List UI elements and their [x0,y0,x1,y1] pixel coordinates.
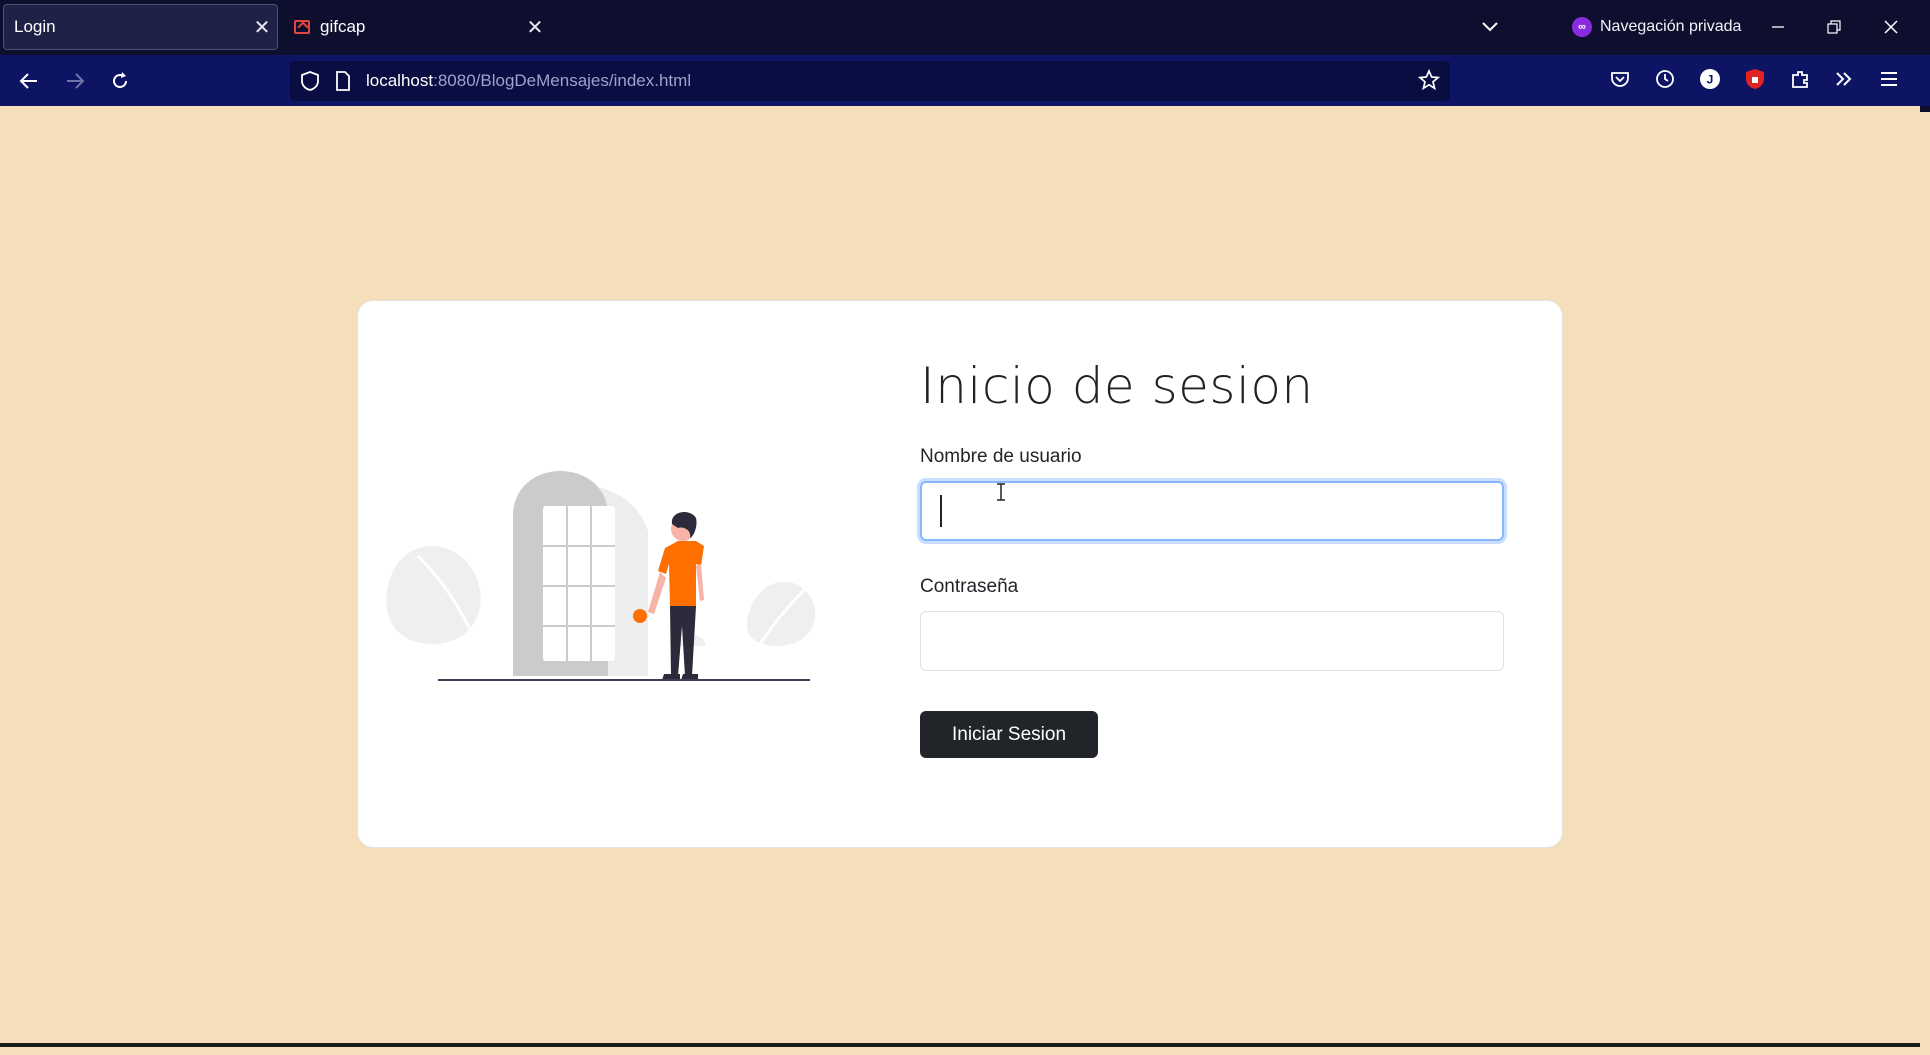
restore-icon [1827,20,1841,34]
clock-icon [1656,70,1674,88]
arrow-left-icon [19,73,37,89]
minimize-button[interactable] [1760,10,1796,44]
password-input[interactable] [920,611,1504,671]
minimize-icon [1772,26,1784,28]
person-at-door-illustration [386,471,816,681]
reload-button[interactable] [103,64,137,98]
login-card: Inicio de sesion Nombre de usuario Contr… [357,300,1563,848]
tab-title: gifcap [320,17,366,36]
restore-button[interactable] [1816,10,1852,44]
tab-close-icon[interactable]: ✕ [520,15,550,40]
url-text[interactable]: localhost:8080/BlogDeMensajes/index.html [366,71,691,91]
reload-icon [113,72,127,88]
page-title: Inicio de sesion [920,357,1314,415]
list-all-tabs-button[interactable] [1475,12,1505,42]
pocket-button[interactable] [1603,62,1637,96]
url-path: :8080/BlogDeMensajes/index.html [433,71,692,90]
more-tools-button[interactable] [1827,62,1861,96]
chevron-down-icon [1482,22,1498,32]
url-host: localhost [366,71,434,90]
double-chevron-right-icon [1836,72,1852,86]
username-label: Nombre de usuario [920,446,1082,467]
tab-title: Login [14,17,56,36]
page-scrollbar[interactable] [1920,106,1930,112]
svg-text:J: J [1707,73,1714,87]
arrow-right-icon [67,73,85,89]
gifcap-favicon-icon [294,20,310,34]
mouse-ibeam-cursor-icon [997,483,1005,501]
private-browsing-label: Navegación privada [1600,18,1742,35]
tab-login[interactable]: Login ✕ [3,4,278,50]
scrollbar-track [0,1043,1920,1047]
login-submit-button[interactable]: Iniciar Sesion [920,711,1098,758]
app-menu-button[interactable] [1872,62,1906,96]
forward-button[interactable] [58,64,92,98]
close-window-button[interactable] [1873,10,1909,44]
password-label: Contraseña [920,576,1019,597]
bookmark-star-icon[interactable] [1418,69,1440,91]
back-button[interactable] [12,64,46,98]
extensions-button[interactable] [1783,62,1817,96]
tab-gifcap[interactable]: gifcap ✕ [290,4,550,50]
profile-extension-button[interactable]: J [1693,62,1727,96]
horizontal-scrollbar[interactable] [0,1040,1930,1055]
private-mask-icon: ∞ [1572,17,1592,37]
tracking-shield-icon[interactable] [300,70,320,92]
profile-j-icon: J [1700,69,1720,89]
ublock-button[interactable] [1738,62,1772,96]
private-browsing-indicator: ∞ Navegación privada [1572,12,1741,42]
login-form: Inicio de sesion Nombre de usuario Contr… [920,356,1510,758]
shield-block-icon [1746,69,1764,89]
pocket-icon [1611,72,1629,87]
close-icon [1884,20,1898,34]
page-info-icon[interactable] [334,70,352,92]
history-button[interactable] [1648,62,1682,96]
tab-close-icon[interactable]: ✕ [247,15,277,40]
browser-tab-bar: Login ✕ gifcap ✕ ∞ Navegación privada [0,0,1930,55]
puzzle-icon [1792,71,1808,88]
hamburger-menu-icon [1881,72,1897,86]
address-bar[interactable]: localhost:8080/BlogDeMensajes/index.html [290,61,1450,101]
text-caret [940,495,942,527]
username-input[interactable] [920,481,1504,541]
